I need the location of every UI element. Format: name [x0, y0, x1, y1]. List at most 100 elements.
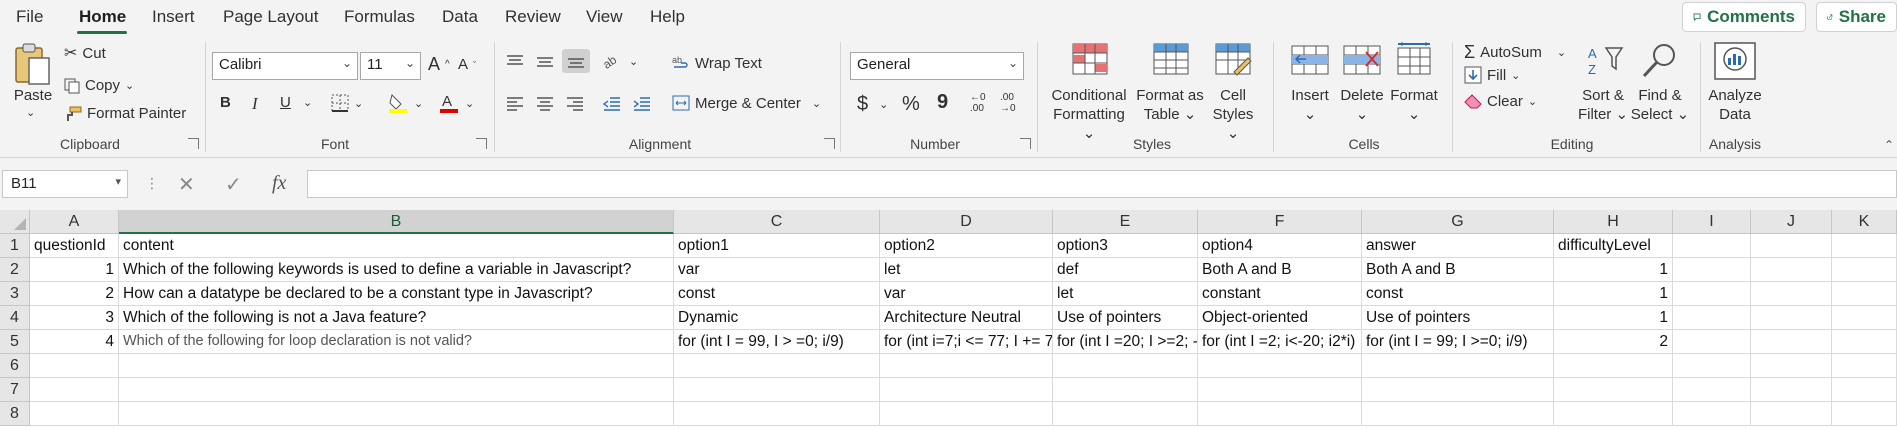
- decrease-decimal-icon[interactable]: .00 →0: [1000, 92, 1016, 114]
- column-header-i[interactable]: I: [1673, 210, 1751, 234]
- insert-cells-icon[interactable]: [1290, 44, 1330, 76]
- insert-function-icon[interactable]: fx: [272, 172, 286, 195]
- align-top-icon[interactable]: [505, 54, 525, 70]
- row-header-7[interactable]: 7: [0, 378, 30, 402]
- font-color-button[interactable]: A ⌄: [438, 92, 474, 114]
- tab-page-layout[interactable]: Page Layout: [223, 7, 318, 27]
- cell-f7[interactable]: [1198, 378, 1362, 402]
- cell-b1[interactable]: content: [119, 234, 674, 258]
- cell-a2[interactable]: 1: [30, 258, 119, 282]
- cell-h8[interactable]: [1554, 402, 1673, 426]
- paste-dropdown-icon[interactable]: ⌄: [26, 106, 35, 119]
- format-as-table-icon[interactable]: [1152, 42, 1190, 76]
- enter-icon[interactable]: ✓: [225, 172, 242, 197]
- conditional-formatting-label[interactable]: Conditional Formatting ⌄: [1046, 86, 1132, 143]
- cell-c1[interactable]: option1: [674, 234, 880, 258]
- cell-k6[interactable]: [1832, 354, 1897, 378]
- cell-e7[interactable]: [1053, 378, 1198, 402]
- cell-k8[interactable]: [1832, 402, 1897, 426]
- cut-button[interactable]: ✂ Cut: [64, 43, 106, 63]
- row-header-1[interactable]: 1: [0, 234, 30, 258]
- alignment-launcher-icon[interactable]: [824, 138, 835, 149]
- cell-a4[interactable]: 3: [30, 306, 119, 330]
- autosum-button[interactable]: Σ AutoSum ⌄: [1464, 42, 1566, 63]
- row-header-4[interactable]: 4: [0, 306, 30, 330]
- fill-button[interactable]: Fill ⌄: [1464, 66, 1520, 84]
- row-header-3[interactable]: 3: [0, 282, 30, 306]
- font-launcher-icon[interactable]: [476, 138, 487, 149]
- format-cells-label[interactable]: Format ⌄: [1386, 86, 1442, 124]
- cell-j8[interactable]: [1751, 402, 1832, 426]
- column-header-f[interactable]: F: [1198, 210, 1362, 234]
- cell-c2[interactable]: var: [674, 258, 880, 282]
- cell-h3[interactable]: 1: [1554, 282, 1673, 306]
- column-header-g[interactable]: G: [1362, 210, 1554, 234]
- orientation-icon[interactable]: ab ⌄: [602, 52, 638, 70]
- cell-i8[interactable]: [1673, 402, 1751, 426]
- cell-d1[interactable]: option2: [880, 234, 1053, 258]
- font-size-select[interactable]: 11 ⌄: [360, 52, 421, 80]
- find-select-label[interactable]: Find & Select ⌄: [1628, 86, 1692, 124]
- cell-e8[interactable]: [1053, 402, 1198, 426]
- increase-indent-icon[interactable]: [632, 96, 652, 112]
- tab-home[interactable]: Home: [79, 7, 126, 27]
- copy-button[interactable]: Copy ⌄: [64, 77, 134, 94]
- cell-g2[interactable]: Both A and B: [1362, 258, 1554, 282]
- cell-a6[interactable]: [30, 354, 119, 378]
- chevron-down-icon[interactable]: ⌄: [303, 96, 312, 109]
- analyze-data-icon[interactable]: [1712, 40, 1758, 82]
- tab-insert[interactable]: Insert: [152, 7, 195, 27]
- align-bottom-icon[interactable]: [562, 49, 590, 73]
- cell-i6[interactable]: [1673, 354, 1751, 378]
- column-header-j[interactable]: J: [1751, 210, 1832, 234]
- comma-style-button[interactable]: 9: [937, 91, 948, 114]
- number-launcher-icon[interactable]: [1020, 138, 1031, 149]
- cell-e3[interactable]: let: [1053, 282, 1198, 306]
- cell-c6[interactable]: [674, 354, 880, 378]
- select-all-corner[interactable]: [0, 210, 30, 234]
- cell-i1[interactable]: [1673, 234, 1751, 258]
- cell-d3[interactable]: var: [880, 282, 1053, 306]
- bold-button[interactable]: B: [220, 94, 231, 111]
- cell-e2[interactable]: def: [1053, 258, 1198, 282]
- italic-button[interactable]: I: [252, 94, 258, 114]
- cell-j7[interactable]: [1751, 378, 1832, 402]
- font-name-select[interactable]: Calibri ⌄: [212, 52, 358, 80]
- cell-b3[interactable]: How can a datatype be declared to be a c…: [119, 282, 674, 306]
- tab-data[interactable]: Data: [442, 7, 478, 27]
- align-center-icon[interactable]: [535, 96, 555, 112]
- cell-c8[interactable]: [674, 402, 880, 426]
- cell-f6[interactable]: [1198, 354, 1362, 378]
- cell-b7[interactable]: [119, 378, 674, 402]
- cell-d2[interactable]: let: [880, 258, 1053, 282]
- paste-button[interactable]: [12, 42, 52, 86]
- sort-filter-icon[interactable]: AZ: [1586, 44, 1624, 78]
- tab-view[interactable]: View: [586, 7, 623, 27]
- comments-button[interactable]: Comments: [1682, 2, 1806, 32]
- collapse-ribbon-icon[interactable]: ⌃: [1884, 138, 1894, 152]
- wrap-text-button[interactable]: ab Wrap Text: [672, 54, 762, 72]
- delete-cells-icon[interactable]: [1342, 44, 1382, 76]
- tab-help[interactable]: Help: [650, 7, 685, 27]
- cell-k7[interactable]: [1832, 378, 1897, 402]
- cell-styles-label[interactable]: Cell Styles ⌄: [1205, 86, 1261, 143]
- cell-k1[interactable]: [1832, 234, 1897, 258]
- row-header-8[interactable]: 8: [0, 402, 30, 426]
- number-format-select[interactable]: General ⌄: [850, 52, 1024, 80]
- cell-f1[interactable]: option4: [1198, 234, 1362, 258]
- cell-h7[interactable]: [1554, 378, 1673, 402]
- column-header-h[interactable]: H: [1554, 210, 1673, 234]
- column-header-k[interactable]: K: [1832, 210, 1897, 234]
- decrease-font-icon[interactable]: Aˇ: [458, 56, 476, 73]
- cell-i5[interactable]: [1673, 330, 1751, 354]
- cancel-icon[interactable]: ✕: [178, 172, 195, 197]
- tab-formulas[interactable]: Formulas: [344, 7, 415, 27]
- align-left-icon[interactable]: [505, 96, 525, 112]
- cell-c7[interactable]: [674, 378, 880, 402]
- cell-b5[interactable]: Which of the following for loop declarat…: [119, 330, 674, 354]
- cell-k3[interactable]: [1832, 282, 1897, 306]
- cell-c5[interactable]: for (int I = 99, I > =0; i/9): [674, 330, 880, 354]
- clear-button[interactable]: Clear ⌄: [1464, 93, 1537, 110]
- cell-g3[interactable]: const: [1362, 282, 1554, 306]
- cell-a3[interactable]: 2: [30, 282, 119, 306]
